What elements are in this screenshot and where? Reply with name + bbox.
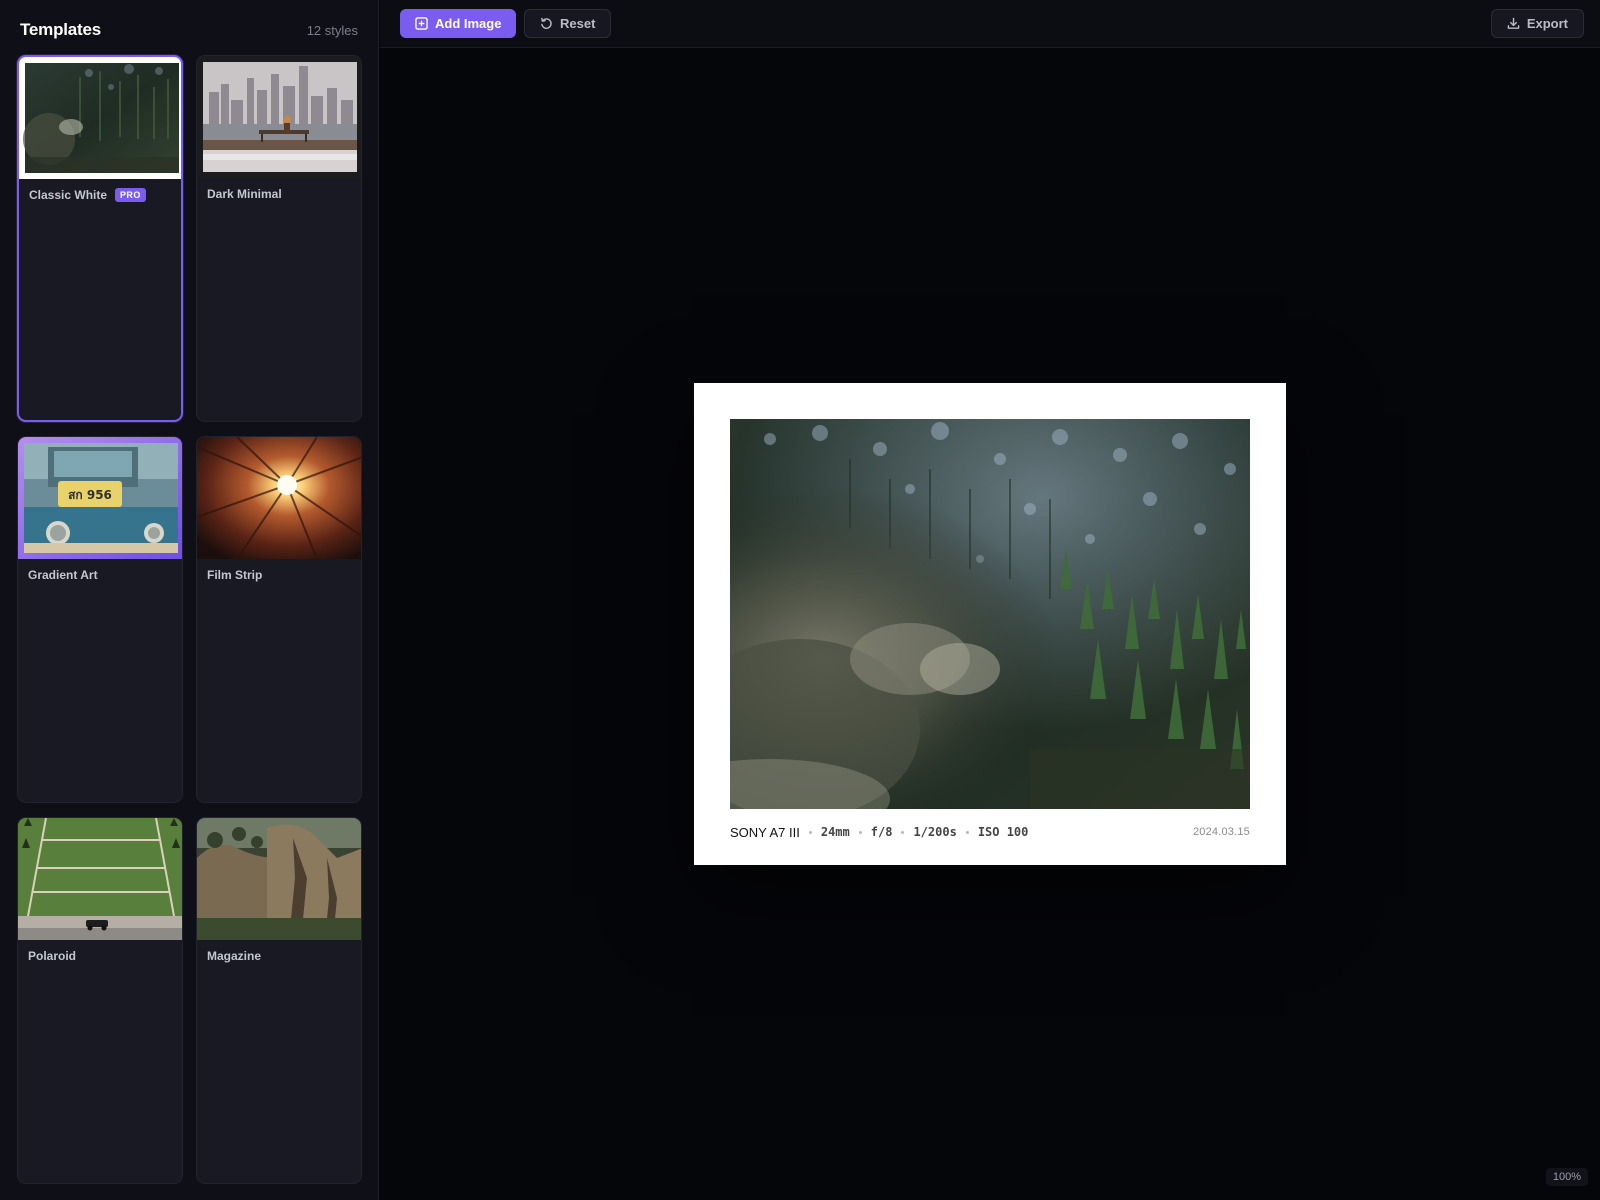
template-name: Classic White	[29, 188, 108, 202]
city-thumbnail-image	[197, 56, 361, 178]
preview-photo[interactable]	[730, 419, 1250, 809]
car-thumbnail-image: สก 956	[18, 437, 182, 559]
capture-date: 2024.03.15	[1192, 826, 1250, 838]
template-label-row: Polaroid	[28, 949, 76, 963]
template-thumbnail	[19, 57, 181, 179]
toolbar: Add Image Reset Export	[380, 0, 1600, 48]
template-card-dark-minimal[interactable]: Dark Minimal	[196, 55, 362, 422]
sun-building-thumbnail-image	[197, 437, 361, 559]
download-icon	[1507, 17, 1520, 29]
template-thumbnail	[18, 818, 182, 940]
sidebar-header: Templates 12 styles	[20, 20, 358, 40]
export-label: Export	[1526, 16, 1568, 31]
pro-badge: PRO	[115, 188, 146, 202]
exif-info-bar: SONY A7 III 24mm f/8 1/200s ISO 100 2024…	[730, 824, 1250, 840]
template-thumbnail: สก 956	[18, 437, 182, 559]
template-label-row: Magazine	[207, 949, 261, 963]
camera-model: SONY A7 III	[730, 824, 800, 840]
separator-dot	[901, 830, 905, 834]
reset-button[interactable]: Reset	[524, 9, 612, 38]
template-thumbnail	[197, 818, 361, 940]
template-thumbnail	[197, 56, 361, 178]
template-label-row: Classic White PRO	[29, 188, 146, 202]
sidebar-title: Templates	[20, 20, 102, 39]
reset-label: Reset	[560, 16, 596, 31]
forest-thumbnail-image	[19, 57, 181, 179]
forest-aerial-image	[730, 419, 1250, 809]
add-image-icon	[415, 17, 428, 30]
rock-thumbnail-image	[197, 818, 361, 940]
exif-specs: SONY A7 III 24mm f/8 1/200s ISO 100	[730, 825, 1028, 840]
separator-dot	[965, 830, 969, 834]
template-label-row: Dark Minimal	[207, 187, 282, 201]
template-card-gradient-art[interactable]: สก 956 Gradient Art	[17, 436, 183, 803]
export-button[interactable]: Export	[1490, 9, 1584, 38]
reset-icon	[541, 17, 552, 29]
classic-white-frame: SONY A7 III 24mm f/8 1/200s ISO 100 2024…	[694, 383, 1286, 865]
zoom-level[interactable]: 100%	[1545, 1168, 1588, 1186]
separator-dot	[808, 830, 812, 834]
template-label-row: Film Strip	[207, 568, 262, 582]
focal-length: 24mm	[820, 825, 850, 839]
template-name: Gradient Art	[28, 568, 98, 582]
preview-canvas: SONY A7 III 24mm f/8 1/200s ISO 100 2024…	[380, 48, 1600, 1200]
field-thumbnail-image	[18, 818, 182, 940]
template-name: Magazine	[207, 949, 262, 963]
template-name: Polaroid	[28, 949, 77, 963]
template-label-row: Gradient Art	[28, 568, 98, 582]
shutter-speed: 1/200s	[913, 825, 957, 839]
add-image-label: Add Image	[435, 16, 502, 31]
svg-text:สก 956: สก 956	[68, 488, 112, 502]
template-card-film-strip[interactable]: Film Strip	[196, 436, 362, 803]
aperture: f/8	[870, 825, 893, 839]
templates-sidebar: Templates 12 styles Classic White PRO Da…	[0, 0, 379, 1200]
template-card-magazine[interactable]: Magazine	[196, 817, 362, 1184]
template-count: 12 styles	[306, 22, 358, 38]
template-card-classic-white[interactable]: Classic White PRO	[17, 55, 183, 422]
separator-dot	[858, 830, 862, 834]
add-image-button[interactable]: Add Image	[400, 9, 517, 38]
template-card-polaroid[interactable]: Polaroid	[17, 817, 183, 1184]
iso-value: ISO 100	[977, 825, 1029, 839]
template-name: Film Strip	[207, 568, 263, 582]
template-name: Dark Minimal	[207, 187, 282, 201]
template-thumbnail	[197, 437, 361, 559]
